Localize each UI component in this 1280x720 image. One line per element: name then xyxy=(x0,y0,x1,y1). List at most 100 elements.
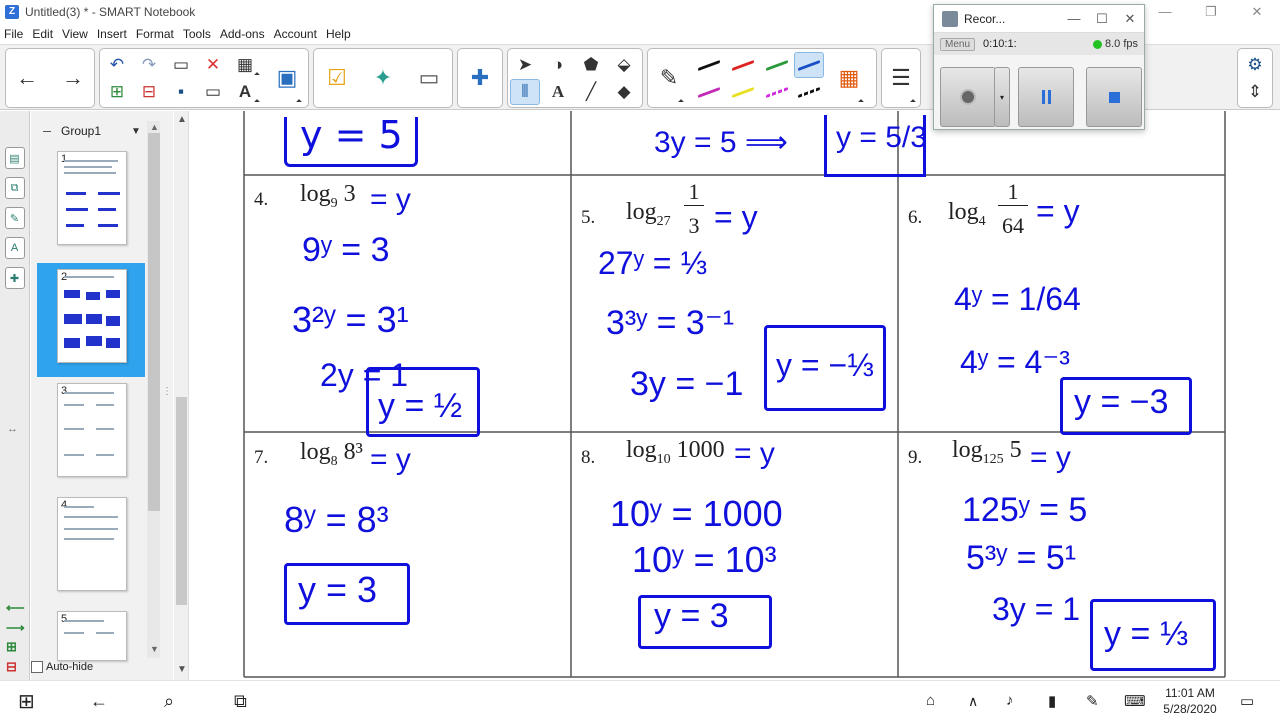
menu-format[interactable]: Format xyxy=(136,27,174,41)
recorder-maximize-button[interactable]: ☐ xyxy=(1088,11,1116,27)
delete-icon[interactable]: ✕ xyxy=(198,52,228,78)
canvas-scroll-up-icon[interactable]: ▲ xyxy=(177,114,187,125)
group-collapse-icon[interactable] xyxy=(43,131,51,132)
properties-tab-icon[interactable]: A xyxy=(4,237,25,259)
search-icon[interactable]: ⌕ xyxy=(164,691,174,712)
volume-icon[interactable]: ♪ xyxy=(1006,692,1014,709)
checkbox-box-icon[interactable] xyxy=(31,661,43,673)
record-target-button[interactable] xyxy=(940,67,996,127)
save-icon[interactable]: ▪ xyxy=(166,79,196,105)
notifications-icon[interactable]: ▭ xyxy=(1240,692,1254,710)
dock-right-arrow-icon[interactable]: ⟶ xyxy=(6,620,25,636)
pen-red-icon[interactable] xyxy=(728,52,758,78)
canvas-scroll-down-icon[interactable]: ▼ xyxy=(177,664,187,675)
page-sorter-tab-icon[interactable]: ▤ xyxy=(4,147,25,169)
attachments-tab-icon[interactable]: ✎ xyxy=(4,207,25,229)
task-view-icon[interactable]: ⧉ xyxy=(234,691,247,712)
problem-9-number: 9. xyxy=(908,447,923,468)
addons-tab-icon[interactable]: ✚ xyxy=(4,267,25,289)
menu-help[interactable]: Help xyxy=(326,27,351,41)
highlighter-yellow-icon[interactable] xyxy=(728,79,758,105)
table-align-icon[interactable]: ⫴ xyxy=(510,79,540,105)
whiteboard-canvas[interactable]: y = 5 3y = 5 ⟹ y = 5/3 4. log9 3 = y 9ʸ … xyxy=(174,111,1280,680)
gallery-tab-icon[interactable]: ⧉ xyxy=(4,177,25,199)
pen-tool-icon[interactable]: ✎ xyxy=(654,51,684,105)
add-page-small-icon[interactable]: ⊞ xyxy=(6,639,17,655)
add-page-icon[interactable]: ⊞ xyxy=(102,79,132,105)
pen-dashed-black-icon[interactable] xyxy=(794,79,824,105)
window-title: Untitled(3) * - SMART Notebook xyxy=(25,5,196,19)
camera-icon[interactable]: ▭ xyxy=(414,51,444,105)
recorder-menu-button[interactable]: Menu xyxy=(940,37,976,51)
eraser-icon[interactable]: ◆ xyxy=(609,79,639,105)
menu-insert[interactable]: Insert xyxy=(97,27,127,41)
redo-icon[interactable]: ↷ xyxy=(134,52,164,78)
move-toolbar-icon[interactable]: ⇕ xyxy=(1240,79,1270,105)
back-arrow-icon[interactable]: ← xyxy=(90,691,108,712)
activity-builder-icon[interactable]: ☑ xyxy=(322,51,352,105)
windows-start-icon[interactable]: ⊞ xyxy=(18,689,35,714)
pen-blue-icon[interactable] xyxy=(794,52,824,78)
sorter-scrollbar-thumb[interactable] xyxy=(148,133,160,511)
keyboard-icon[interactable]: ⌨ xyxy=(1124,692,1146,710)
menu-edit[interactable]: Edit xyxy=(32,27,53,41)
menu-tools[interactable]: Tools xyxy=(183,27,211,41)
restore-button[interactable]: ❐ xyxy=(1188,0,1234,24)
close-button[interactable]: ✕ xyxy=(1234,0,1280,24)
auto-hide-checkbox[interactable]: Auto-hide xyxy=(31,661,93,673)
line-tool-icon[interactable]: ╱ xyxy=(576,79,606,105)
pen-black-icon[interactable] xyxy=(694,52,724,78)
undo-icon[interactable]: ↶ xyxy=(102,52,132,78)
dock-left-arrow-icon[interactable]: ⟵ xyxy=(6,600,25,616)
open-file-icon[interactable]: ▭ xyxy=(166,52,196,78)
recorder-minimize-button[interactable]: — xyxy=(1060,11,1088,26)
pause-recording-button[interactable] xyxy=(1018,67,1074,127)
recorder-close-button[interactable]: ✕ xyxy=(1116,11,1144,27)
menu-file[interactable]: File xyxy=(4,27,23,41)
shapes-icon[interactable]: ◑ xyxy=(543,52,573,78)
menu-view[interactable]: View xyxy=(62,27,88,41)
menu-account[interactable]: Account xyxy=(274,27,317,41)
system-clock[interactable]: 11:01 AM 5/28/2020 xyxy=(1150,685,1230,717)
delete-page-icon[interactable]: ⊟ xyxy=(134,79,164,105)
handwriting-recognition-icon[interactable]: A xyxy=(230,79,260,105)
screen-shade-icon[interactable]: ▣ xyxy=(272,51,302,105)
text-tool-icon[interactable]: A xyxy=(543,79,573,105)
sorter-scroll-down-icon[interactable]: ▼ xyxy=(150,644,159,654)
settings-gear-icon[interactable]: ⚙ xyxy=(1240,52,1270,78)
sorter-scroll-up-icon[interactable]: ▲ xyxy=(150,122,159,132)
pen-dashed-magenta-icon[interactable] xyxy=(762,79,792,105)
page-thumbnail-2[interactable]: 2 xyxy=(57,269,127,363)
microphone-icon[interactable]: ▮ xyxy=(1048,692,1056,710)
select-pointer-icon[interactable]: ➤ xyxy=(510,52,540,78)
menu-addons[interactable]: Add-ons xyxy=(220,27,265,41)
pen-green-icon[interactable] xyxy=(762,52,792,78)
record-options-dropdown[interactable]: ▾ xyxy=(994,67,1010,127)
add-ons-puzzle-icon[interactable]: ✚ xyxy=(465,51,495,105)
fullscreen-icon[interactable]: ▭ xyxy=(198,79,228,105)
fill-bucket-icon[interactable]: ⬙ xyxy=(609,52,639,78)
network-tray-icon[interactable]: ⌂ xyxy=(926,692,935,709)
previous-page-button[interactable]: ← xyxy=(12,51,42,105)
problem-7-equals-y: = y xyxy=(370,443,411,476)
page-thumbnail-5[interactable]: 5 xyxy=(57,611,127,661)
resize-sidebar-icon[interactable]: ↔ xyxy=(7,423,18,435)
minimize-button[interactable]: — xyxy=(1142,0,1188,24)
eraser-fill-icon[interactable]: ⬟ xyxy=(576,52,606,78)
page-thumbnail-3[interactable]: 3 xyxy=(57,383,127,477)
pen-magenta-icon[interactable] xyxy=(694,79,724,105)
group-dropdown-icon[interactable]: ▼ xyxy=(131,126,141,137)
show-hidden-icons-icon[interactable]: ∧ xyxy=(968,693,978,710)
delete-page-small-icon[interactable]: ⊟ xyxy=(6,659,17,675)
canvas-scrollbar-thumb[interactable] xyxy=(176,397,187,605)
next-page-button[interactable]: → xyxy=(58,51,88,105)
table-icon[interactable]: ▦ xyxy=(230,52,260,78)
sidebar-splitter-icon[interactable]: ⋮ xyxy=(162,386,172,397)
pen-workspace-icon[interactable]: ✎ xyxy=(1086,692,1099,710)
stop-recording-button[interactable] xyxy=(1086,67,1142,127)
monster-quiz-icon[interactable]: ✦ xyxy=(368,51,398,105)
color-palette-icon[interactable]: ▦ xyxy=(834,51,864,105)
line-properties-icon[interactable]: ☰ xyxy=(886,51,916,105)
page-thumbnail-1[interactable]: 1 xyxy=(57,151,127,245)
page-thumbnail-4[interactable]: 4 xyxy=(57,497,127,591)
